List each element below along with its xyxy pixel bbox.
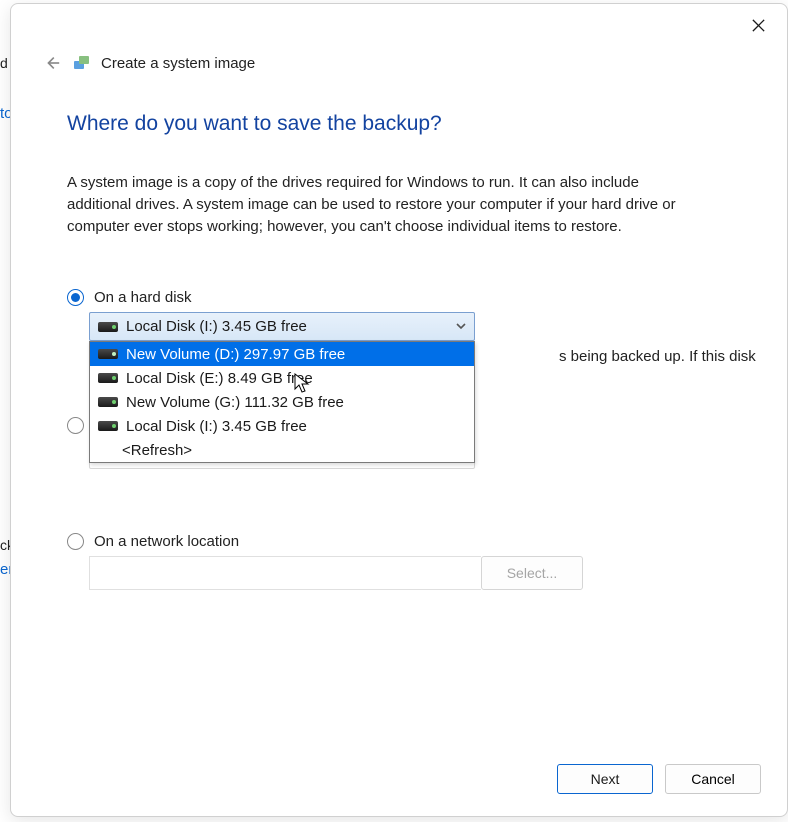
drive-icon [98,373,118,383]
next-button[interactable]: Next [557,764,653,794]
drive-option-label: New Volume (D:) 297.97 GB free [126,346,345,363]
dialog-window: Create a system image Where do you want … [10,3,788,817]
drive-option-label: New Volume (G:) 111.32 GB free [126,394,344,411]
radio-dvd[interactable] [67,417,84,434]
select-button[interactable]: Select... [481,556,583,590]
network-option[interactable]: On a network location [67,533,731,550]
truncated-left-text-1: d [0,55,8,71]
drive-option-e[interactable]: Local Disk (E:) 8.49 GB free [90,366,474,390]
hard-disk-option[interactable]: On a hard disk [67,289,731,306]
drive-dropdown: New Volume (D:) 297.97 GB free Local Dis… [89,341,475,463]
drive-option-d[interactable]: New Volume (D:) 297.97 GB free [90,342,474,366]
radio-network[interactable] [67,533,84,550]
network-label: On a network location [94,533,239,550]
drive-option-g[interactable]: New Volume (G:) 111.32 GB free [90,390,474,414]
drive-option-refresh[interactable]: <Refresh> [90,438,474,462]
back-arrow-icon [43,54,61,72]
drive-option-label: Local Disk (E:) 8.49 GB free [126,370,313,387]
close-button[interactable] [747,14,769,36]
wizard-title: Create a system image [101,55,255,72]
hard-disk-combobox[interactable]: Local Disk (I:) 3.45 GB free [89,312,475,341]
drive-icon [98,349,118,359]
drive-option-i[interactable]: Local Disk (I:) 3.45 GB free [90,414,474,438]
content-area: Where do you want to save the backup? A … [11,74,787,590]
page-description: A system image is a copy of the drives r… [67,172,707,237]
page-headline: Where do you want to save the backup? [67,112,731,136]
hard-disk-combo-wrap: Local Disk (I:) 3.45 GB free s being bac… [89,312,475,341]
drive-icon [98,421,118,431]
chevron-down-icon [454,319,468,337]
selected-drive-text: Local Disk (I:) 3.45 GB free [126,318,307,335]
radio-hard-disk[interactable] [67,289,84,306]
obscured-warning-text: s being backed up. If this disk [559,348,756,365]
back-button[interactable] [41,52,63,74]
hard-disk-label: On a hard disk [94,289,192,306]
destination-group: On a hard disk Local Disk (I:) 3.45 GB f… [67,289,731,590]
network-path-input[interactable] [89,556,481,590]
network-row: Select... [89,556,731,590]
drive-icon [98,397,118,407]
close-icon [751,18,766,33]
footer-buttons: Next Cancel [557,764,761,794]
drive-option-label: Local Disk (I:) 3.45 GB free [126,418,307,435]
drive-icon [98,322,118,332]
system-image-icon [73,54,91,72]
cancel-button[interactable]: Cancel [665,764,761,794]
wizard-header: Create a system image [11,4,787,74]
drive-option-label: <Refresh> [122,442,192,459]
